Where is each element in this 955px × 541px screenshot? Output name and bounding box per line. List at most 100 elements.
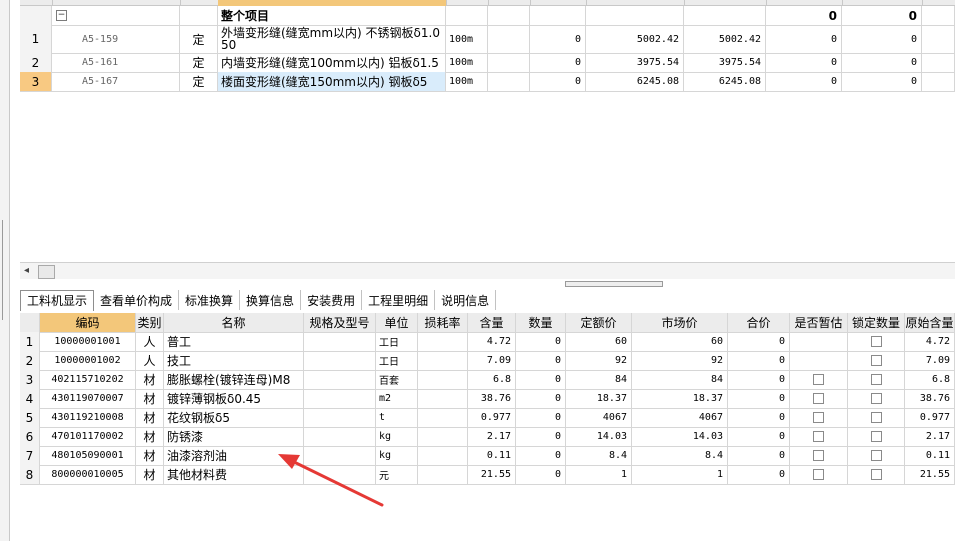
quota-name[interactable]: 外墙变形缝(缝宽mm以内) 不锈钢板δ1.0 50 <box>218 25 446 53</box>
material-market-price[interactable]: 92 <box>632 351 728 370</box>
quota-name[interactable]: 楼面变形缝(缝宽150mm以内) 钢板δ5 <box>218 72 446 91</box>
col-original-content[interactable]: 原始含量 <box>905 313 955 332</box>
provisional-checkbox[interactable] <box>790 408 848 427</box>
checkbox[interactable] <box>870 393 882 404</box>
checkbox[interactable] <box>870 469 882 480</box>
lock-qty-checkbox[interactable] <box>848 332 905 351</box>
checkbox[interactable] <box>870 412 882 423</box>
tab-conversion-info[interactable]: 换算信息 <box>240 290 302 310</box>
material-content[interactable]: 21.55 <box>468 465 516 484</box>
checkbox[interactable] <box>870 336 882 347</box>
checkbox[interactable] <box>870 374 882 385</box>
material-content[interactable]: 7.09 <box>468 351 516 370</box>
quota-qty[interactable]: 0 <box>530 25 586 53</box>
tab-description[interactable]: 说明信息 <box>435 290 497 310</box>
provisional-checkbox[interactable] <box>790 332 848 351</box>
provisional-checkbox[interactable] <box>790 370 848 389</box>
material-qty[interactable]: 0 <box>516 351 566 370</box>
material-content[interactable]: 4.72 <box>468 332 516 351</box>
col-category[interactable]: 类别 <box>136 313 164 332</box>
quota-qty[interactable]: 0 <box>530 53 586 72</box>
material-qty[interactable]: 0 <box>516 446 566 465</box>
material-market-price[interactable]: 4067 <box>632 408 728 427</box>
checkbox[interactable] <box>813 450 824 461</box>
col-qty[interactable]: 数量 <box>516 313 566 332</box>
provisional-checkbox[interactable] <box>790 389 848 408</box>
checkbox[interactable] <box>813 393 824 404</box>
checkbox[interactable] <box>813 374 824 385</box>
lock-qty-checkbox[interactable] <box>848 351 905 370</box>
pane-splitter-handle[interactable] <box>565 281 663 287</box>
col-lock-qty[interactable]: 锁定数量 <box>848 313 905 332</box>
material-qty[interactable]: 0 <box>516 389 566 408</box>
col-unit[interactable]: 单位 <box>376 313 418 332</box>
material-market-price[interactable]: 1 <box>632 465 728 484</box>
quota-row[interactable]: 1 A5-159 定 外墙变形缝(缝宽mm以内) 不锈钢板δ1.0 50 100… <box>20 25 955 54</box>
material-row[interactable]: 1 10000001001 人普工 工日 4.72 0 60 60 0 4.72 <box>20 332 955 352</box>
material-row[interactable]: 6 470101170002 材防锈漆 kg 2.17 0 14.03 14.03 0 2.17 <box>20 427 955 447</box>
material-market-price[interactable]: 8.4 <box>632 446 728 465</box>
quota-name[interactable]: 内墙变形缝(缝宽100mm以内) 铝板δ1.5 <box>218 53 446 72</box>
col-name[interactable]: 名称 <box>164 313 304 332</box>
checkbox[interactable] <box>813 469 824 480</box>
lock-qty-checkbox[interactable] <box>848 427 905 446</box>
material-market-price[interactable]: 14.03 <box>632 427 728 446</box>
lock-qty-checkbox[interactable] <box>848 389 905 408</box>
tab-labor-material[interactable]: 工料机显示 <box>20 289 95 311</box>
material-qty[interactable]: 0 <box>516 465 566 484</box>
provisional-checkbox[interactable] <box>790 351 848 370</box>
quota-qty[interactable]: 0 <box>530 72 586 91</box>
material-row[interactable]: 5 430119210008 材花纹钢板δ5 t 0.977 0 4067 4067 0 0.97… <box>20 408 955 428</box>
col-provisional[interactable]: 是否暂估 <box>790 313 848 332</box>
tab-standard-conversion[interactable]: 标准换算 <box>179 290 241 310</box>
material-qty[interactable]: 0 <box>516 332 566 351</box>
material-row[interactable]: 7 480105090001 材油漆溶剂油 kg 0.11 0 8.4 8.4 0 0.11 <box>20 446 955 466</box>
scroll-left-icon[interactable]: ◂ <box>24 265 29 276</box>
material-qty[interactable]: 0 <box>516 408 566 427</box>
checkbox[interactable] <box>870 431 882 442</box>
material-content[interactable]: 0.11 <box>468 446 516 465</box>
col-market-price[interactable]: 市场价 <box>632 313 728 332</box>
col-base-price[interactable]: 定额价 <box>566 313 632 332</box>
col-content[interactable]: 含量 <box>468 313 516 332</box>
lock-qty-checkbox[interactable] <box>848 465 905 484</box>
col-spec[interactable]: 规格及型号 <box>304 313 376 332</box>
material-market-price[interactable]: 18.37 <box>632 389 728 408</box>
group-row[interactable]: − 整个项目 0 0 <box>20 6 955 26</box>
quota-row[interactable]: 2 A5-161 定 内墙变形缝(缝宽100mm以内) 铝板δ1.5 100m … <box>20 53 955 73</box>
tab-unit-price[interactable]: 查看单价构成 <box>94 290 180 310</box>
lock-qty-checkbox[interactable] <box>848 370 905 389</box>
material-category: 人 <box>136 332 164 351</box>
material-row[interactable]: 3 402115710202 材膨胀螺栓(镀锌连母)M8 百套 6.8 0 84 84 0 6.8 <box>20 370 955 390</box>
col-total[interactable]: 合价 <box>728 313 790 332</box>
provisional-checkbox[interactable] <box>790 465 848 484</box>
material-qty[interactable]: 0 <box>516 370 566 389</box>
material-row[interactable]: 8 800000010005 材其他材料费元 21.55 0 1 1 0 21.55 <box>20 465 955 485</box>
splitter-strip[interactable] <box>0 0 10 541</box>
col-loss[interactable]: 损耗率 <box>418 313 468 332</box>
checkbox[interactable] <box>870 450 882 461</box>
material-content[interactable]: 0.977 <box>468 408 516 427</box>
material-row[interactable]: 2 10000001002 人技工 工日 7.09 0 92 92 0 7.09 <box>20 351 955 371</box>
horizontal-scrollbar[interactable]: ◂ <box>20 262 955 279</box>
material-content[interactable]: 38.76 <box>468 389 516 408</box>
provisional-checkbox[interactable] <box>790 446 848 465</box>
material-market-price[interactable]: 60 <box>632 332 728 351</box>
collapse-icon[interactable]: − <box>56 10 67 21</box>
tab-install-fee[interactable]: 安装费用 <box>301 290 363 310</box>
material-content[interactable]: 2.17 <box>468 427 516 446</box>
lock-qty-checkbox[interactable] <box>848 446 905 465</box>
material-row[interactable]: 4 430119070007 材镀锌薄钢板δ0.45 m2 38.76 0 18.37 18.… <box>20 389 955 409</box>
checkbox[interactable] <box>813 431 824 442</box>
tab-quantity-detail[interactable]: 工程里明细 <box>362 290 436 310</box>
material-qty[interactable]: 0 <box>516 427 566 446</box>
col-code[interactable]: 编码 <box>40 313 136 332</box>
provisional-checkbox[interactable] <box>790 427 848 446</box>
material-content[interactable]: 6.8 <box>468 370 516 389</box>
scroll-thumb[interactable] <box>38 265 55 279</box>
checkbox[interactable] <box>870 355 882 366</box>
lock-qty-checkbox[interactable] <box>848 408 905 427</box>
checkbox[interactable] <box>813 412 824 423</box>
material-market-price[interactable]: 84 <box>632 370 728 389</box>
quota-row-selected[interactable]: 3 A5-167 定 楼面变形缝(缝宽150mm以内) 钢板δ5 100m 0 … <box>20 72 955 92</box>
